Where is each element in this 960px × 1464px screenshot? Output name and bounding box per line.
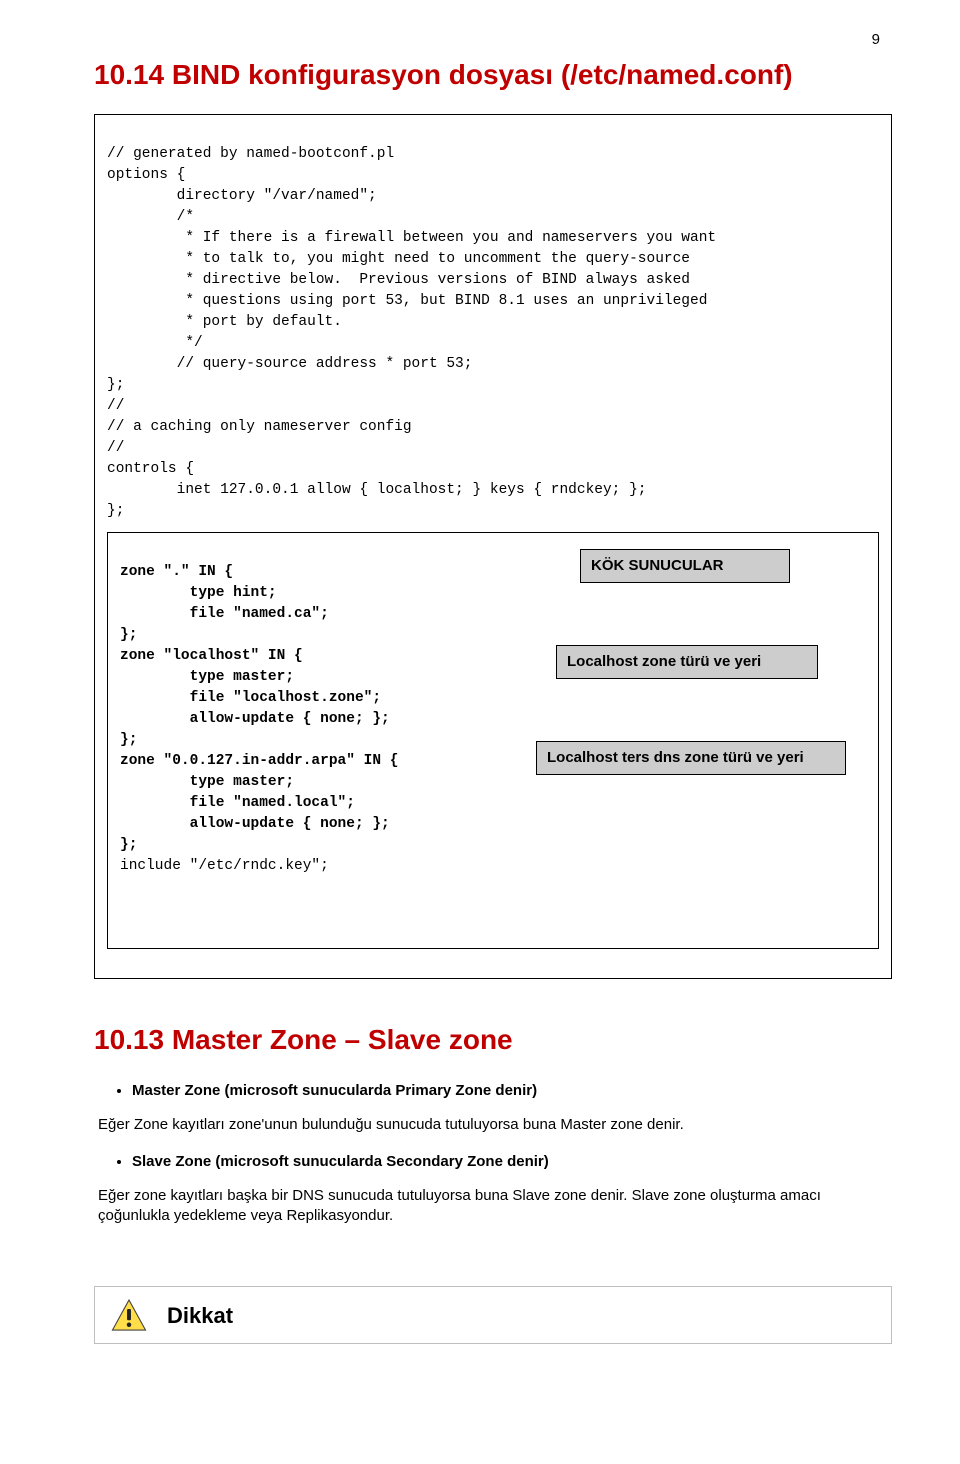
bullet-slave-zone: Slave Zone (microsoft sunucularda Second… bbox=[132, 1152, 892, 1172]
code-inner-text: zone "." IN { type hint; file "named.ca"… bbox=[120, 564, 398, 874]
bullet-master-zone: Master Zone (microsoft sunucularda Prima… bbox=[132, 1081, 892, 1101]
heading-2: 10.13 Master Zone – Slave zone bbox=[94, 1021, 892, 1059]
code-top-text: // generated by named-bootconf.pl option… bbox=[107, 146, 716, 519]
bullet-list-1: Master Zone (microsoft sunucularda Prima… bbox=[132, 1081, 892, 1101]
attention-box: Dikkat bbox=[94, 1286, 892, 1344]
bullet-list-2: Slave Zone (microsoft sunucularda Second… bbox=[132, 1152, 892, 1172]
callout-localhost-zone: Localhost zone türü ve yeri bbox=[556, 645, 818, 679]
heading-1: 10.14 BIND konfigurasyon dosyası (/etc/n… bbox=[94, 56, 892, 94]
attention-label: Dikkat bbox=[167, 1301, 233, 1331]
code-block-inner: zone "." IN { type hint; file "named.ca"… bbox=[107, 532, 879, 949]
warning-icon bbox=[111, 1297, 147, 1333]
code-block-outer: // generated by named-bootconf.pl option… bbox=[94, 114, 892, 980]
callout-localhost-reverse: Localhost ters dns zone türü ve yeri bbox=[536, 741, 846, 775]
callout-root-servers: KÖK SUNUCULAR bbox=[580, 549, 790, 583]
paragraph-master-zone: Eğer Zone kayıtları zone'unun bulunduğu … bbox=[98, 1115, 892, 1135]
page-number: 9 bbox=[872, 30, 880, 50]
paragraph-slave-zone: Eğer zone kayıtları başka bir DNS sunucu… bbox=[98, 1186, 892, 1227]
